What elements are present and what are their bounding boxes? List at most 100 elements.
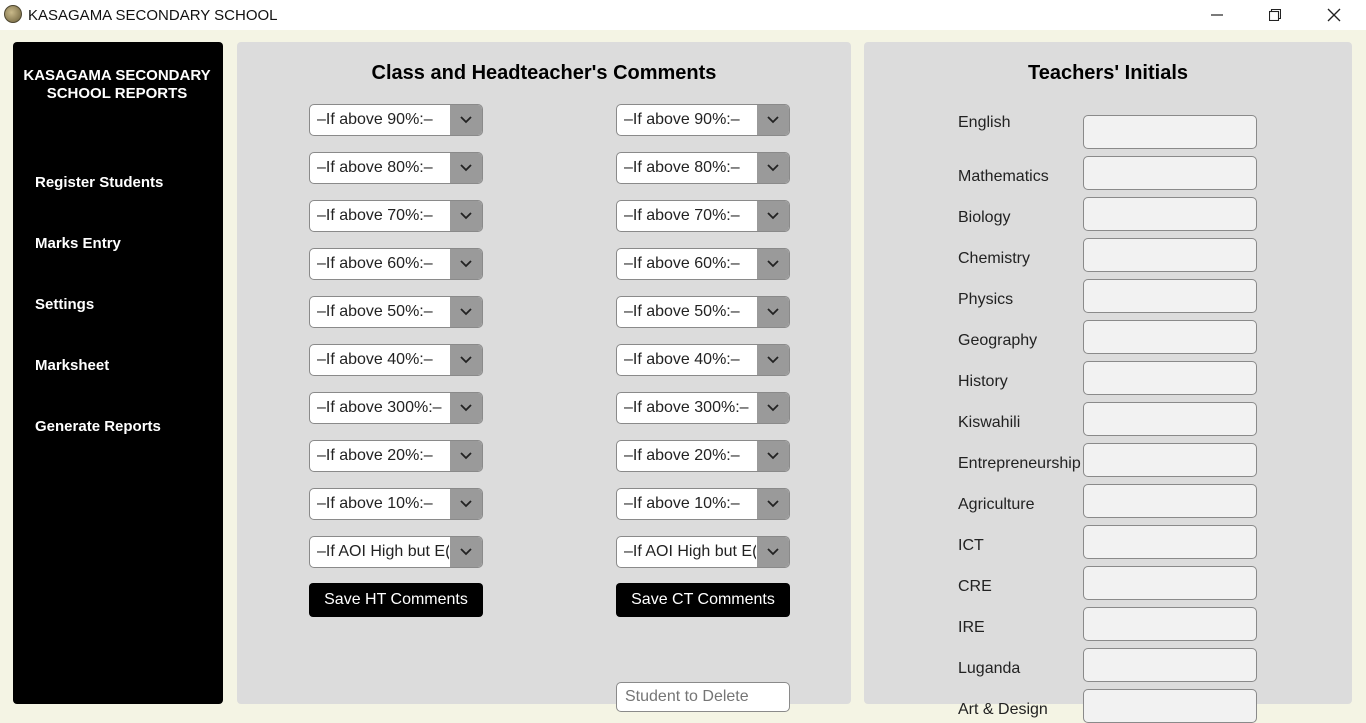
chevron-down-icon[interactable] <box>757 393 789 423</box>
ct-comment-select[interactable]: –If above 70%:– <box>616 200 790 232</box>
ht-comment-select[interactable]: –If above 70%:– <box>309 200 483 232</box>
teacher-initials-input[interactable] <box>1083 238 1257 272</box>
teacher-initials-input[interactable] <box>1083 320 1257 354</box>
teacher-initials-input[interactable] <box>1083 115 1257 149</box>
chevron-down-icon[interactable] <box>450 105 482 135</box>
ht-comment-select[interactable]: –If above 20%:– <box>309 440 483 472</box>
chevron-down-icon[interactable] <box>757 249 789 279</box>
ht-comment-select[interactable]: –If above 10%:– <box>309 488 483 520</box>
comment-select-value[interactable]: –If above 70%:– <box>624 207 756 227</box>
nav-settings[interactable]: Settings <box>35 296 94 313</box>
chevron-down-icon[interactable] <box>450 393 482 423</box>
restore-icon[interactable] <box>1246 0 1304 30</box>
ht-comment-select[interactable]: –If above 40%:– <box>309 344 483 376</box>
ct-comment-select[interactable]: –If above 10%:– <box>616 488 790 520</box>
ct-comment-select[interactable]: –If above 50%:– <box>616 296 790 328</box>
subject-label: CRE <box>958 578 992 595</box>
teacher-initials-input[interactable] <box>1083 525 1257 559</box>
ht-comment-select[interactable]: –If above 60%:– <box>309 248 483 280</box>
teacher-initials-input[interactable] <box>1083 402 1257 436</box>
subject-label: ICT <box>958 537 984 554</box>
teacher-initials-input[interactable] <box>1083 197 1257 231</box>
ht-comment-select[interactable]: –If above 50%:– <box>309 296 483 328</box>
ht-comment-select[interactable]: –If above 80%:– <box>309 152 483 184</box>
chevron-down-icon[interactable] <box>757 345 789 375</box>
ct-comment-select[interactable]: –If above 80%:– <box>616 152 790 184</box>
comment-select-value[interactable]: –If above 20%:– <box>624 447 756 467</box>
scrollbar[interactable] <box>1353 42 1366 704</box>
chevron-down-icon[interactable] <box>450 345 482 375</box>
ct-comment-select[interactable]: –If above 90%:– <box>616 104 790 136</box>
teacher-initials-input[interactable] <box>1083 361 1257 395</box>
subject-label: Physics <box>958 291 1014 308</box>
chevron-down-icon[interactable] <box>757 201 789 231</box>
close-icon[interactable] <box>1305 0 1363 30</box>
teacher-initials-input[interactable] <box>1083 484 1257 518</box>
ct-comment-select[interactable]: –If AOI High but E( <box>616 536 790 568</box>
ht-comment-select[interactable]: –If above 300%:– <box>309 392 483 424</box>
comment-select-value[interactable]: –If above 80%:– <box>624 159 756 179</box>
chevron-down-icon[interactable] <box>450 249 482 279</box>
chevron-down-icon[interactable] <box>757 153 789 183</box>
minimize-icon[interactable] <box>1188 0 1246 30</box>
subject-label: IRE <box>958 619 985 636</box>
comment-select-value[interactable]: –If above 60%:– <box>624 255 756 275</box>
teacher-initials-input[interactable] <box>1083 566 1257 600</box>
nav-marksheet[interactable]: Marksheet <box>35 357 109 374</box>
teacher-initials-input[interactable] <box>1083 443 1257 477</box>
comment-select-value[interactable]: –If above 80%:– <box>317 159 449 179</box>
comment-select-value[interactable]: –If above 10%:– <box>317 495 449 515</box>
chevron-down-icon[interactable] <box>757 489 789 519</box>
chevron-down-icon[interactable] <box>450 537 482 567</box>
subject-label: Kiswahili <box>958 414 1021 431</box>
comments-panel: Class and Headteacher's Comments –If abo… <box>237 42 851 712</box>
app-icon <box>4 5 22 23</box>
ct-comment-select[interactable]: –If above 300%:– <box>616 392 790 424</box>
subject-label: History <box>958 373 1008 390</box>
comment-select-value[interactable]: –If above 90%:– <box>624 111 756 131</box>
comments-title: Class and Headteacher's Comments <box>371 62 717 84</box>
initials-panel: Teachers' Initials English Mathematics Bio… <box>864 42 1352 723</box>
comment-select-value[interactable]: –If above 300%:– <box>317 399 449 419</box>
nav-generate-reports[interactable]: Generate Reports <box>35 418 161 435</box>
chevron-down-icon[interactable] <box>450 441 482 471</box>
student-to-delete-input[interactable] <box>616 682 790 712</box>
comment-select-value[interactable]: –If above 40%:– <box>317 351 449 371</box>
nav-marks-entry[interactable]: Marks Entry <box>35 235 121 252</box>
comment-select-value[interactable]: –If AOI High but E( <box>624 543 756 563</box>
comment-select-value[interactable]: –If above 40%:– <box>624 351 756 371</box>
ht-comment-select[interactable]: –If above 90%:– <box>309 104 483 136</box>
ct-comment-select[interactable]: –If above 60%:– <box>616 248 790 280</box>
chevron-down-icon[interactable] <box>450 153 482 183</box>
teacher-initials-input[interactable] <box>1083 156 1257 190</box>
ct-comment-select[interactable]: –If above 20%:– <box>616 440 790 472</box>
save-ht-comments-button[interactable]: Save HT Comments <box>309 583 483 617</box>
chevron-down-icon[interactable] <box>757 537 789 567</box>
comment-select-value[interactable]: –If above 70%:– <box>317 207 449 227</box>
subject-label: Luganda <box>958 660 1021 677</box>
teacher-initials-input[interactable] <box>1083 607 1257 641</box>
chevron-down-icon[interactable] <box>757 105 789 135</box>
school-name: KASAGAMA SECONDARY SCHOOL REPORTS <box>23 67 211 102</box>
teacher-initials-input[interactable] <box>1083 648 1257 682</box>
comment-select-value[interactable]: –If above 10%:– <box>624 495 756 515</box>
nav-register-students[interactable]: Register Students <box>35 174 163 191</box>
comment-select-value[interactable]: –If above 300%:– <box>624 399 756 419</box>
comment-select-value[interactable]: –If AOI High but E( <box>317 543 449 563</box>
chevron-down-icon[interactable] <box>757 297 789 327</box>
ht-comment-select[interactable]: –If AOI High but E( <box>309 536 483 568</box>
subject-label: Entrepreneurship <box>958 455 1081 472</box>
ct-comment-select[interactable]: –If above 40%:– <box>616 344 790 376</box>
chevron-down-icon[interactable] <box>450 201 482 231</box>
comment-select-value[interactable]: –If above 50%:– <box>317 303 449 323</box>
chevron-down-icon[interactable] <box>450 489 482 519</box>
save-ct-comments-button[interactable]: Save CT Comments <box>616 583 790 617</box>
comment-select-value[interactable]: –If above 20%:– <box>317 447 449 467</box>
initials-title: Teachers' Initials <box>1027 62 1188 84</box>
teacher-initials-input[interactable] <box>1083 279 1257 313</box>
chevron-down-icon[interactable] <box>757 441 789 471</box>
comment-select-value[interactable]: –If above 50%:– <box>624 303 756 323</box>
comment-select-value[interactable]: –If above 90%:– <box>317 111 449 131</box>
chevron-down-icon[interactable] <box>450 297 482 327</box>
comment-select-value[interactable]: –If above 60%:– <box>317 255 449 275</box>
